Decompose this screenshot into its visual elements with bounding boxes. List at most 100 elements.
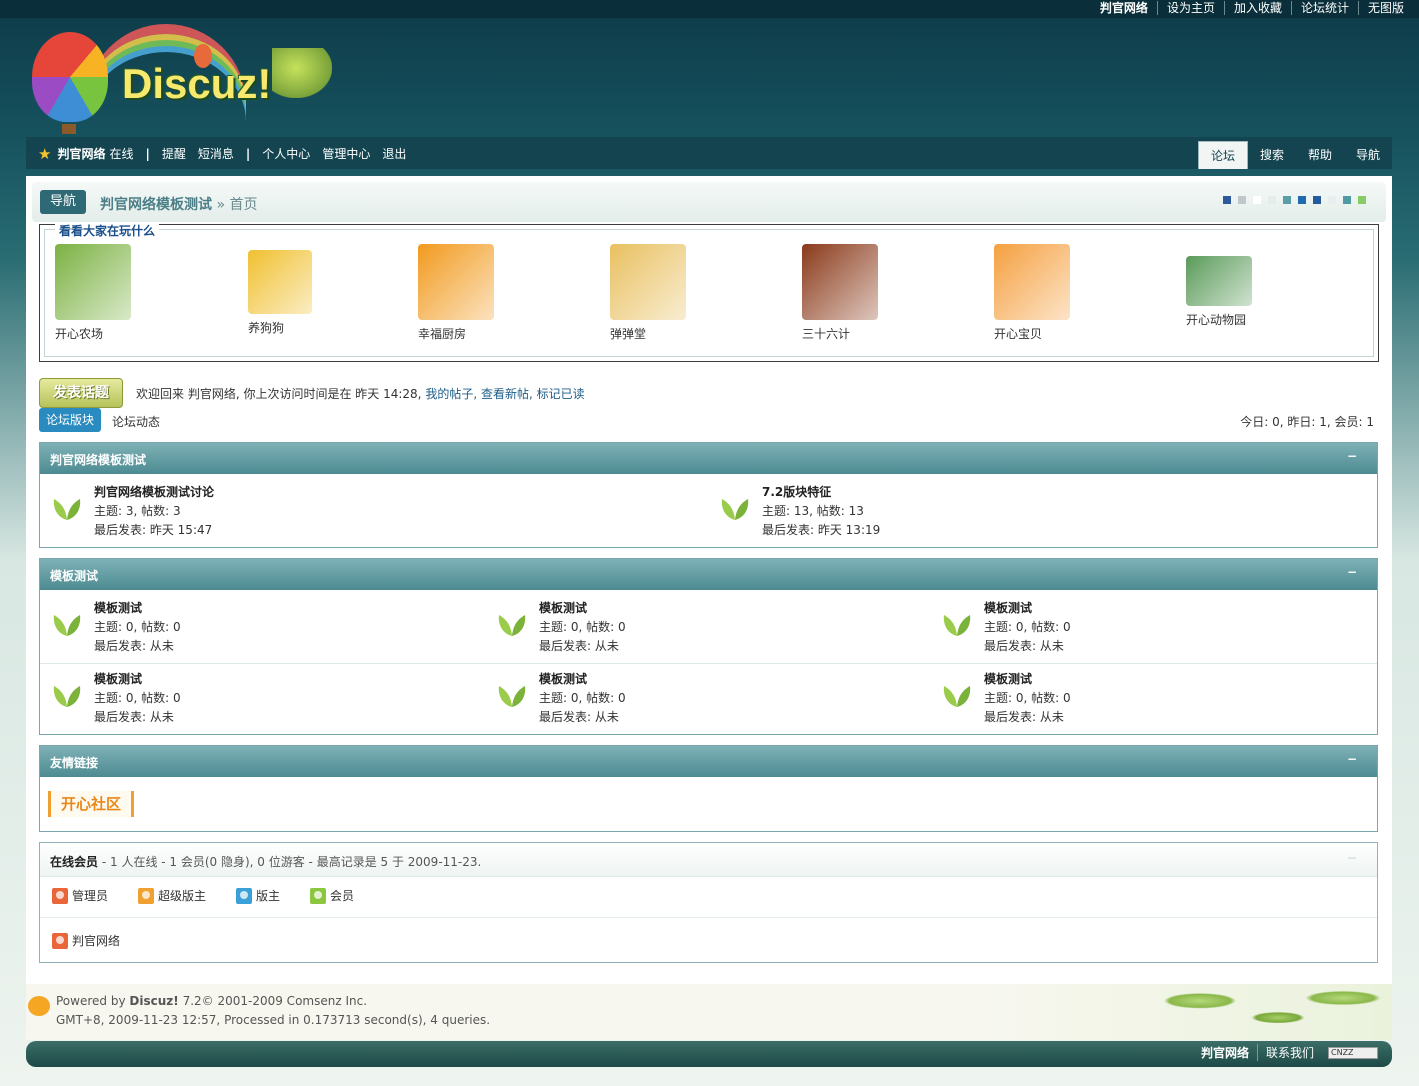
- style-swatch[interactable]: [1343, 196, 1351, 204]
- forum-name[interactable]: 模板测试: [94, 599, 474, 618]
- online-header: 在线会员 - 1 人在线 - 1 会员(0 隐身), 0 位游客 - 最高记录是…: [40, 843, 1377, 877]
- bottom-link-contact[interactable]: 联系我们: [1256, 1044, 1322, 1061]
- game-item[interactable]: 三十六计: [802, 244, 922, 342]
- forum-info: 模板测试 主题: 0, 帖数: 0 最后发表: 从未: [984, 599, 1364, 656]
- top-link-stats[interactable]: 论坛统计: [1290, 1, 1358, 15]
- mark-read-link[interactable]: 标记已读: [537, 387, 585, 401]
- category-title[interactable]: 友情链接: [50, 756, 98, 770]
- style-swatch[interactable]: [1328, 196, 1336, 204]
- collapse-toggle[interactable]: −: [1347, 565, 1357, 579]
- game-item[interactable]: 弹弹堂: [610, 244, 730, 342]
- style-swatch[interactable]: [1223, 196, 1231, 204]
- collapse-toggle[interactable]: −: [1347, 851, 1357, 865]
- zoo-icon: [1186, 256, 1252, 306]
- style-swatch[interactable]: [1268, 196, 1276, 204]
- top-link-text-only[interactable]: 无图版: [1357, 1, 1413, 15]
- style-swatch[interactable]: [1313, 196, 1321, 204]
- top-bar: 判官网络 设为主页 加入收藏 论坛统计 无图版: [0, 0, 1419, 18]
- logo[interactable]: Discuz!: [26, 18, 356, 136]
- online-members: 在线会员 - 1 人在线 - 1 会员(0 隐身), 0 位游客 - 最高记录是…: [39, 842, 1378, 963]
- tab-search[interactable]: 搜索: [1248, 141, 1296, 169]
- forum-item[interactable]: 模板测试 主题: 0, 帖数: 0 最后发表: 从未: [52, 599, 482, 659]
- forum-name[interactable]: 模板测试: [984, 599, 1364, 618]
- friend-link-logo[interactable]: 开心社区: [48, 791, 134, 817]
- forum-last-post: 最后发表: 从未: [94, 639, 174, 653]
- logout-link[interactable]: 退出: [382, 145, 406, 162]
- style-swatch[interactable]: [1253, 196, 1261, 204]
- forum-name[interactable]: 7.2版块特征: [762, 483, 1142, 502]
- forum-last-post: 最后发表: 从未: [984, 710, 1064, 724]
- breadcrumb-site[interactable]: 判官网络模板测试: [100, 197, 212, 213]
- leaves-decoration: [1122, 984, 1382, 1040]
- style-swatch[interactable]: [1358, 196, 1366, 204]
- cnzz-badge[interactable]: CNZZ: [1328, 1046, 1378, 1059]
- collapse-toggle[interactable]: −: [1347, 752, 1357, 766]
- forum-item[interactable]: 模板测试 主题: 0, 帖数: 0 最后发表: 从未: [497, 670, 927, 730]
- leaf-icon: [942, 611, 972, 637]
- legend-label: 管理员: [72, 889, 109, 903]
- forum-name[interactable]: 模板测试: [539, 670, 919, 689]
- collapse-toggle[interactable]: −: [1347, 449, 1357, 463]
- forum-last-post: 最后发表: 昨天 15:47: [94, 523, 213, 537]
- forum-name[interactable]: 模板测试: [984, 670, 1364, 689]
- game-item[interactable]: 开心动物园: [1186, 256, 1306, 328]
- forum-item[interactable]: 模板测试 主题: 0, 帖数: 0 最后发表: 从未: [942, 670, 1372, 730]
- online-status[interactable]: 在线: [109, 145, 133, 162]
- tab-forum[interactable]: 论坛: [1197, 141, 1248, 169]
- category-mod-test: 模板测试 − 模板测试 主题: 0, 帖数: 0 最后发表: 从未 模板测试 主…: [39, 558, 1378, 735]
- tab-forum-dynamic[interactable]: 论坛动态: [112, 413, 160, 430]
- online-user[interactable]: 判官网络: [52, 932, 120, 949]
- game-item[interactable]: 幸福厨房: [418, 244, 538, 342]
- powered-suffix: 7.2© 2001-2009 Comsenz Inc.: [182, 994, 368, 1008]
- nav-button[interactable]: 导航: [40, 190, 86, 214]
- forum-item[interactable]: 模板测试 主题: 0, 帖数: 0 最后发表: 从未: [52, 670, 482, 730]
- game-item[interactable]: 养狗狗: [248, 250, 368, 336]
- game-label: 开心动物园: [1186, 313, 1247, 327]
- forum-counts: 主题: 0, 帖数: 0: [539, 691, 626, 705]
- separator: |: [145, 146, 150, 161]
- top-link-favorite[interactable]: 加入收藏: [1223, 1, 1291, 15]
- top-link-site[interactable]: 判官网络: [1091, 1, 1157, 15]
- tab-navigation[interactable]: 导航: [1344, 141, 1392, 169]
- category-title[interactable]: 模板测试: [50, 569, 98, 583]
- tab-forum-sections[interactable]: 论坛版块: [39, 408, 101, 432]
- new-posts-link[interactable]: 查看新帖,: [481, 387, 533, 401]
- username-link[interactable]: 判官网络: [57, 145, 105, 162]
- star-icon: ★: [38, 144, 52, 163]
- game-item[interactable]: 开心宝贝: [994, 244, 1114, 342]
- forum-item[interactable]: 模板测试 主题: 0, 帖数: 0 最后发表: 从未: [942, 599, 1372, 659]
- post-topic-button[interactable]: 发表话题: [39, 378, 123, 408]
- forum-name[interactable]: 模板测试: [539, 599, 919, 618]
- category-header: 判官网络模板测试 −: [40, 443, 1377, 474]
- forum-name[interactable]: 模板测试: [94, 670, 474, 689]
- bottom-link-site[interactable]: 判官网络: [1193, 1044, 1257, 1061]
- leaf-icon: [52, 495, 82, 521]
- tab-help[interactable]: 帮助: [1296, 141, 1344, 169]
- forum-info: 模板测试 主题: 0, 帖数: 0 最后发表: 从未: [539, 670, 919, 727]
- remind-link[interactable]: 提醒: [162, 145, 186, 162]
- style-swatch[interactable]: [1238, 196, 1246, 204]
- profile-link[interactable]: 个人中心: [262, 145, 310, 162]
- breadcrumb-current: 首页: [229, 197, 258, 213]
- top-links: 判官网络 设为主页 加入收藏 论坛统计 无图版: [1091, 1, 1413, 15]
- forum-item[interactable]: 模板测试 主题: 0, 帖数: 0 最后发表: 从未: [497, 599, 927, 659]
- style-swatch[interactable]: [1283, 196, 1291, 204]
- admin-link[interactable]: 管理中心: [322, 145, 370, 162]
- game-label: 养狗狗: [248, 321, 285, 335]
- forum-name[interactable]: 判官网络模板测试讨论: [94, 483, 474, 502]
- game-label: 开心宝贝: [994, 327, 1043, 341]
- forum-item[interactable]: 判官网络模板测试讨论 主题: 3, 帖数: 3 最后发表: 昨天 15:47: [52, 483, 692, 543]
- top-link-homepage[interactable]: 设为主页: [1156, 1, 1224, 15]
- sms-link[interactable]: 短消息: [198, 145, 234, 162]
- game-label: 开心农场: [55, 327, 104, 341]
- online-user-name[interactable]: 判官网络: [72, 932, 120, 949]
- brand-link[interactable]: Discuz!: [129, 994, 178, 1008]
- game-item[interactable]: 开心农场: [55, 244, 175, 342]
- category-title[interactable]: 判官网络模板测试: [50, 453, 146, 467]
- my-posts-link[interactable]: 我的帖子,: [425, 387, 477, 401]
- farm-icon: [55, 244, 131, 320]
- forum-item[interactable]: 7.2版块特征 主题: 13, 帖数: 13 最后发表: 昨天 13:19: [720, 483, 1360, 543]
- role-legend: 管理员 超级版主 版主 会员: [52, 887, 384, 904]
- style-swatch[interactable]: [1298, 196, 1306, 204]
- legend-label: 超级版主: [158, 889, 207, 903]
